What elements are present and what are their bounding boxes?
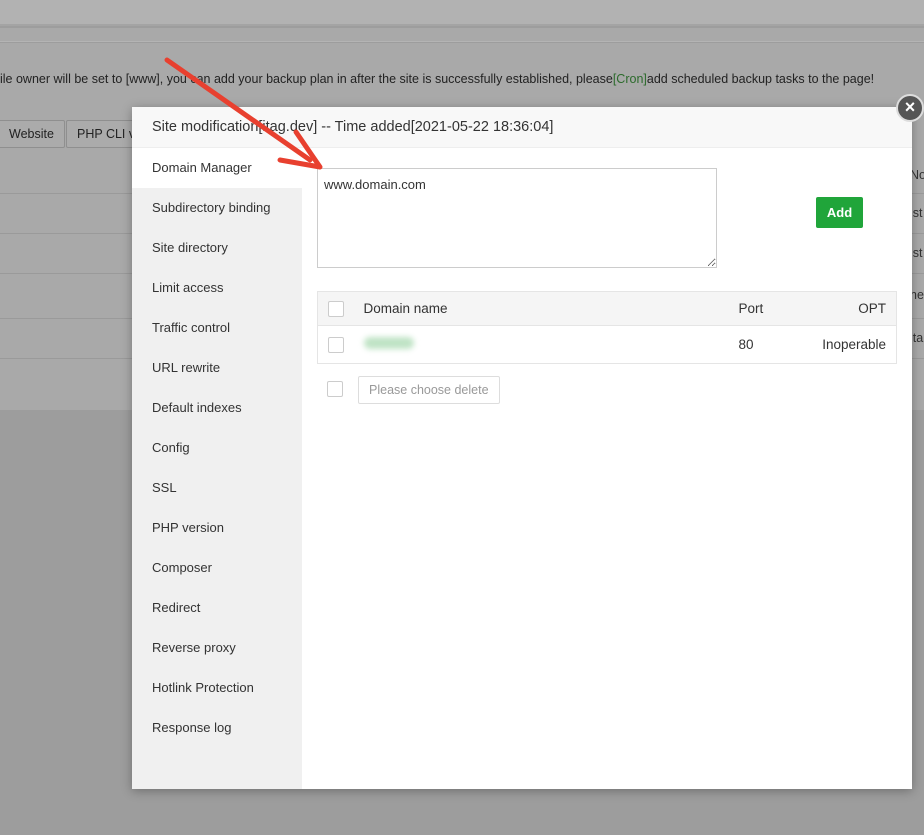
- row-opt: Inoperable: [798, 325, 897, 364]
- notice-text: ile owner will be set to [www], you can …: [0, 72, 613, 86]
- bg-header: [0, 0, 924, 26]
- sidebar-item-limit-access[interactable]: Limit access: [132, 268, 302, 308]
- sidebar-item-subdirectory-binding[interactable]: Subdirectory binding: [132, 188, 302, 228]
- row-checkbox[interactable]: [328, 336, 344, 353]
- bg-cell: No: [910, 168, 924, 182]
- bulk-checkbox[interactable]: [327, 381, 343, 397]
- sidebar-item-composer[interactable]: Composer: [132, 548, 302, 588]
- bg-website-button[interactable]: Website: [0, 120, 65, 148]
- bg-cell: ita: [910, 331, 924, 345]
- sidebar-item-php-version[interactable]: PHP version: [132, 508, 302, 548]
- row-port: 80: [738, 325, 799, 364]
- col-opt: OPT: [798, 291, 897, 326]
- site-modification-dialog: Site modification[itag.dev] -- Time adde…: [132, 107, 912, 789]
- sidebar-item-site-directory[interactable]: Site directory: [132, 228, 302, 268]
- sidebar-item-response-log[interactable]: Response log: [132, 708, 302, 748]
- sidebar-item-traffic-control[interactable]: Traffic control: [132, 308, 302, 348]
- col-domain-name: Domain name: [363, 291, 739, 326]
- bg-notice: ile owner will be set to [www], you can …: [0, 72, 874, 86]
- sidebar-item-url-rewrite[interactable]: URL rewrite: [132, 348, 302, 388]
- bg-cell: ist: [910, 206, 923, 220]
- bg-cell: ist: [910, 246, 923, 260]
- close-icon[interactable]: ×: [896, 94, 924, 122]
- notice-text-end: add scheduled backup tasks to the page!: [646, 72, 875, 86]
- bg-cell: ne: [910, 288, 924, 302]
- sidebar-item-reverse-proxy[interactable]: Reverse proxy: [132, 628, 302, 668]
- delete-button[interactable]: Please choose delete: [358, 376, 500, 404]
- domain-input[interactable]: www.domain.com: [317, 168, 717, 268]
- dialog-sidebar: Domain Manager Subdirectory binding Site…: [132, 148, 302, 789]
- table-header: Domain name Port OPT: [317, 291, 897, 326]
- dialog-title: Site modification[itag.dev] -- Time adde…: [132, 107, 912, 148]
- table-row: 80 Inoperable: [317, 325, 897, 364]
- sidebar-item-default-indexes[interactable]: Default indexes: [132, 388, 302, 428]
- select-all-checkbox[interactable]: [328, 300, 344, 317]
- domain-table: Domain name Port OPT 80 Inoperable: [317, 291, 897, 364]
- cron-link[interactable]: [Cron]: [613, 72, 647, 86]
- sidebar-item-hotlink-protection[interactable]: Hotlink Protection: [132, 668, 302, 708]
- add-button[interactable]: Add: [816, 197, 863, 228]
- col-port: Port: [738, 291, 799, 326]
- redacted-domain[interactable]: [363, 337, 414, 349]
- sidebar-item-config[interactable]: Config: [132, 428, 302, 468]
- bg-band: [0, 28, 924, 42]
- sidebar-item-domain-manager[interactable]: Domain Manager: [132, 148, 302, 188]
- sidebar-item-ssl[interactable]: SSL: [132, 468, 302, 508]
- sidebar-item-redirect[interactable]: Redirect: [132, 588, 302, 628]
